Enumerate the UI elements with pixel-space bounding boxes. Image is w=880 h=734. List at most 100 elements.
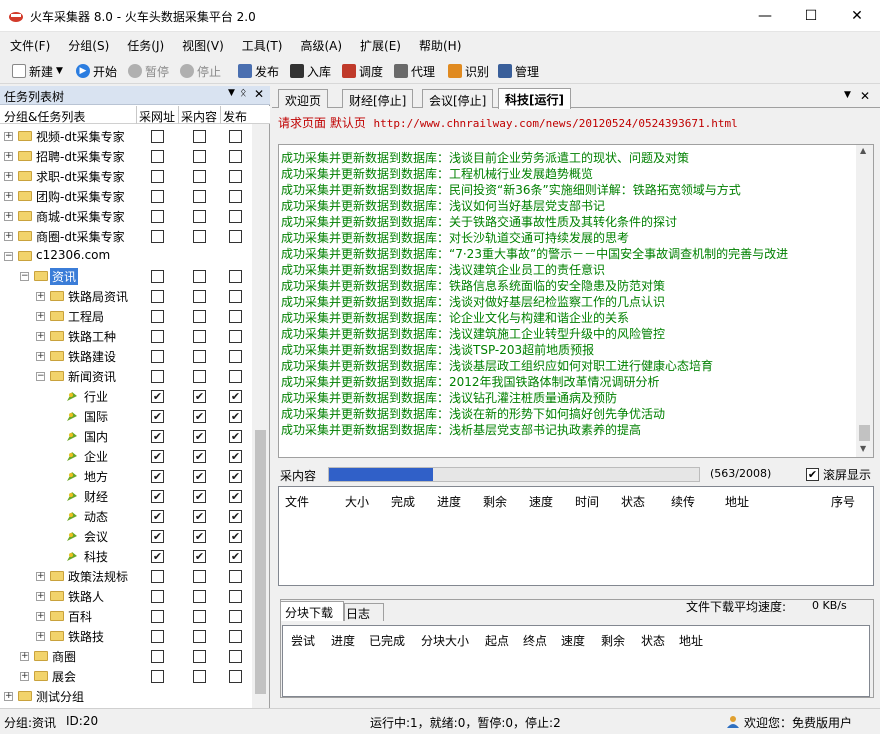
tree-row[interactable]: 国内 ✔ ✔ ✔ bbox=[0, 426, 252, 446]
manage-button[interactable]: 管理 bbox=[498, 62, 539, 80]
collect-content-checkbox[interactable] bbox=[193, 670, 206, 683]
collect-url-checkbox[interactable] bbox=[151, 170, 164, 183]
log-scroll-thumb[interactable] bbox=[859, 425, 870, 441]
download-column-header[interactable]: 完成 bbox=[391, 493, 415, 510]
block-column-header[interactable]: 终点 bbox=[523, 632, 547, 649]
stop-button[interactable]: 停止 bbox=[180, 62, 221, 80]
publish-checkbox[interactable]: ✔ bbox=[229, 410, 242, 423]
publish-checkbox[interactable] bbox=[229, 150, 242, 163]
publish-checkbox[interactable] bbox=[229, 590, 242, 603]
tree-row[interactable]: 动态 ✔ ✔ ✔ bbox=[0, 506, 252, 526]
collect-url-checkbox[interactable]: ✔ bbox=[151, 450, 164, 463]
collect-content-checkbox[interactable]: ✔ bbox=[193, 530, 206, 543]
tree-row[interactable]: − c12306.com bbox=[0, 246, 252, 266]
tree-row[interactable]: + 铁路人 bbox=[0, 586, 252, 606]
tab-welcome[interactable]: 欢迎页 bbox=[278, 89, 329, 108]
menu-view[interactable]: 视图(V) bbox=[172, 33, 232, 54]
collect-url-checkbox[interactable] bbox=[151, 210, 164, 223]
collect-url-checkbox[interactable] bbox=[151, 150, 164, 163]
collect-content-checkbox[interactable] bbox=[193, 170, 206, 183]
expand-icon[interactable]: + bbox=[4, 132, 13, 141]
collect-url-checkbox[interactable]: ✔ bbox=[151, 510, 164, 523]
tree-row[interactable]: + 铁路局资讯 bbox=[0, 286, 252, 306]
pin-icon[interactable]: ᛟ bbox=[240, 86, 247, 99]
tab-meeting[interactable]: 会议[停止] bbox=[422, 89, 494, 108]
block-column-header[interactable]: 进度 bbox=[331, 632, 355, 649]
panel-close-icon[interactable]: ✕ bbox=[254, 87, 264, 101]
collect-content-checkbox[interactable]: ✔ bbox=[193, 410, 206, 423]
collect-url-checkbox[interactable] bbox=[151, 290, 164, 303]
tree-row[interactable]: 企业 ✔ ✔ ✔ bbox=[0, 446, 252, 466]
expand-icon[interactable]: + bbox=[36, 612, 45, 621]
collect-url-checkbox[interactable]: ✔ bbox=[151, 410, 164, 423]
tree-row[interactable]: − 新闻资讯 bbox=[0, 366, 252, 386]
tree-row[interactable]: + 铁路技 bbox=[0, 626, 252, 646]
collect-content-checkbox[interactable]: ✔ bbox=[193, 390, 206, 403]
collect-content-checkbox[interactable] bbox=[193, 370, 206, 383]
collect-url-checkbox[interactable]: ✔ bbox=[151, 530, 164, 543]
collect-url-checkbox[interactable]: ✔ bbox=[151, 550, 164, 563]
publish-checkbox[interactable] bbox=[229, 610, 242, 623]
publish-checkbox[interactable] bbox=[229, 370, 242, 383]
collect-content-checkbox[interactable] bbox=[193, 650, 206, 663]
expand-icon[interactable]: + bbox=[36, 312, 45, 321]
collect-content-checkbox[interactable] bbox=[193, 270, 206, 283]
publish-checkbox[interactable] bbox=[229, 310, 242, 323]
publish-checkbox[interactable] bbox=[229, 230, 242, 243]
tree-row[interactable]: + 百科 bbox=[0, 606, 252, 626]
tree-row[interactable]: + 商圈-dt采集专家 bbox=[0, 226, 252, 246]
publish-checkbox[interactable] bbox=[229, 650, 242, 663]
column-header-url[interactable]: 采网址 bbox=[139, 108, 175, 125]
scroll-up-icon[interactable]: ▲ bbox=[860, 146, 866, 155]
start-button[interactable]: ▶ 开始 bbox=[76, 62, 117, 80]
collect-url-checkbox[interactable] bbox=[151, 650, 164, 663]
download-column-header[interactable]: 续传 bbox=[671, 493, 695, 510]
download-column-header[interactable]: 时间 bbox=[575, 493, 599, 510]
collect-content-checkbox[interactable] bbox=[193, 290, 206, 303]
proxy-button[interactable]: 代理 bbox=[394, 62, 435, 80]
collect-content-checkbox[interactable]: ✔ bbox=[193, 470, 206, 483]
dropdown-arrow-icon[interactable]: ▼ bbox=[56, 66, 63, 76]
column-header-publish[interactable]: 发布 bbox=[223, 108, 247, 125]
collect-content-checkbox[interactable] bbox=[193, 590, 206, 603]
menu-file[interactable]: 文件(F) bbox=[0, 33, 58, 54]
maximize-button[interactable]: ☐ bbox=[788, 0, 834, 32]
expand-icon[interactable]: + bbox=[4, 232, 13, 241]
tab-technology[interactable]: 科技[运行] bbox=[498, 88, 571, 109]
scroll-down-icon[interactable]: ▼ bbox=[860, 444, 866, 453]
collect-url-checkbox[interactable]: ✔ bbox=[151, 390, 164, 403]
expand-icon[interactable]: + bbox=[36, 352, 45, 361]
publish-checkbox[interactable]: ✔ bbox=[229, 510, 242, 523]
download-grid[interactable]: 文件 大小 完成 进度 剩余 速度 时间 状态 续传 地址 序号 bbox=[278, 486, 874, 586]
download-column-header[interactable]: 剩余 bbox=[483, 493, 507, 510]
tree-row[interactable]: + 招聘-dt采集专家 bbox=[0, 146, 252, 166]
publish-checkbox[interactable] bbox=[229, 190, 242, 203]
tree-row[interactable]: 会议 ✔ ✔ ✔ bbox=[0, 526, 252, 546]
download-column-header[interactable]: 状态 bbox=[621, 493, 645, 510]
request-url[interactable]: http://www.chnrailway.com/news/20120524/… bbox=[373, 117, 737, 130]
collect-url-checkbox[interactable] bbox=[151, 570, 164, 583]
block-column-header[interactable]: 地址 bbox=[679, 632, 703, 649]
expand-icon[interactable]: + bbox=[36, 592, 45, 601]
collect-url-checkbox[interactable] bbox=[151, 610, 164, 623]
menu-help[interactable]: 帮助(H) bbox=[409, 33, 469, 54]
tree-scroll-thumb[interactable] bbox=[255, 430, 266, 694]
collapse-icon[interactable]: − bbox=[4, 252, 13, 261]
collect-url-checkbox[interactable] bbox=[151, 310, 164, 323]
recognize-button[interactable]: 识别 bbox=[448, 62, 489, 80]
publish-button[interactable]: 发布 bbox=[238, 62, 279, 80]
block-column-header[interactable]: 状态 bbox=[641, 632, 665, 649]
new-button[interactable]: 新建 ▼ bbox=[12, 62, 63, 80]
publish-checkbox[interactable]: ✔ bbox=[229, 490, 242, 503]
tab-finance[interactable]: 财经[停止] bbox=[342, 89, 414, 108]
minimize-button[interactable]: — bbox=[742, 0, 788, 32]
collect-url-checkbox[interactable] bbox=[151, 130, 164, 143]
tab-log[interactable]: 日志 bbox=[344, 603, 384, 621]
download-column-header[interactable]: 速度 bbox=[529, 493, 553, 510]
panel-menu-arrow-icon[interactable]: ▼ bbox=[228, 88, 235, 98]
publish-checkbox[interactable] bbox=[229, 270, 242, 283]
block-column-header[interactable]: 起点 bbox=[485, 632, 509, 649]
expand-icon[interactable]: + bbox=[36, 292, 45, 301]
tree-row[interactable]: 科技 ✔ ✔ ✔ bbox=[0, 546, 252, 566]
collect-content-checkbox[interactable] bbox=[193, 210, 206, 223]
